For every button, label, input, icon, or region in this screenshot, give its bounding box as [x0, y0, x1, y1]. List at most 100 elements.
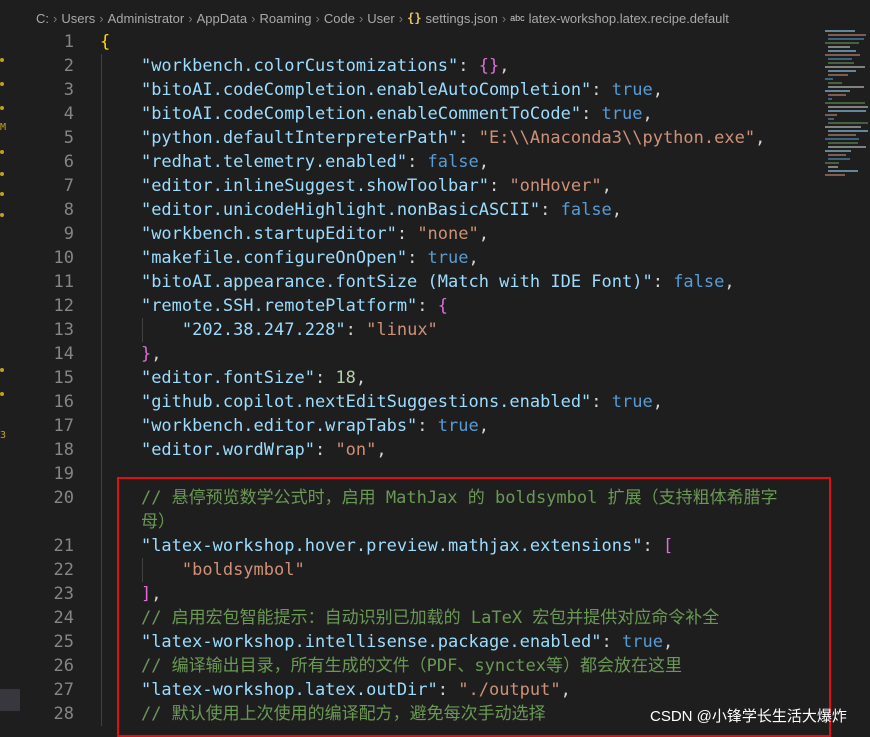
- breadcrumb-segment[interactable]: User: [367, 11, 394, 26]
- minimap-line: [828, 62, 854, 64]
- chevron-right-icon: ›: [188, 10, 193, 26]
- selected-explorer-item[interactable]: [0, 689, 20, 711]
- breadcrumb: C: › Users › Administrator › AppData › Roaming › C…: [0, 0, 870, 36]
- line-number: 22: [53, 560, 74, 580]
- indent-guide: [142, 318, 143, 342]
- minimap-line: [828, 50, 856, 52]
- line-text: "bitoAI.codeCompletion.enableAutoComplet…: [140, 80, 663, 100]
- minimap-line: [828, 110, 866, 112]
- minimap-line: [825, 174, 845, 176]
- line-number: 17: [53, 416, 74, 436]
- line-text: "github.copilot.nextEditSuggestions.enab…: [140, 392, 663, 412]
- chevron-right-icon: ›: [501, 10, 507, 26]
- line-text: "editor.wordWrap": "on",: [140, 440, 387, 460]
- minimap-line: [828, 58, 852, 60]
- minimap-line: [828, 130, 868, 132]
- line-text: "python.defaultInterpreterPath": "E:\\An…: [140, 128, 766, 148]
- minimap-line: [828, 154, 846, 156]
- git-change-marker: [0, 368, 4, 372]
- minimap-line: [828, 146, 866, 148]
- git-change-marker: [0, 213, 4, 217]
- line-number: 8: [63, 200, 74, 220]
- minimap-line: [828, 106, 868, 108]
- breadcrumb-segment[interactable]: AppData: [197, 11, 248, 26]
- line-text: "bitoAI.codeCompletion.enableCommentToCo…: [140, 104, 653, 124]
- minimap-line: [828, 170, 858, 172]
- git-change-marker: [0, 106, 4, 110]
- line-text: "workbench.colorCustomizations": {},: [140, 56, 510, 76]
- git-change-marker: [0, 150, 4, 154]
- minimap-line: [828, 46, 850, 48]
- breadcrumb-symbol[interactable]: latex-workshop.latex.recipe.default: [529, 11, 729, 26]
- minimap-line: [828, 122, 868, 124]
- line-number: 6: [63, 152, 74, 172]
- line-text: "editor.unicodeHighlight.nonBasicASCII":…: [140, 200, 623, 220]
- minimap-line: [828, 82, 842, 84]
- minimap-line: [825, 90, 850, 92]
- minimap-line: [828, 74, 848, 76]
- chevron-right-icon: ›: [315, 10, 320, 26]
- minimap-line: [825, 162, 839, 164]
- git-change-marker: [0, 392, 4, 396]
- minimap[interactable]: [823, 30, 870, 210]
- line-number: 25: [53, 632, 74, 652]
- line-text: "remote.SSH.remotePlatform": {: [140, 296, 449, 316]
- chevron-right-icon: ›: [398, 10, 404, 26]
- line-text: "workbench.editor.wrapTabs": true,: [140, 416, 489, 436]
- indent-guide: [101, 54, 102, 726]
- minimap-line: [825, 30, 855, 32]
- line-text: },: [140, 344, 162, 364]
- line-number: 7: [63, 176, 74, 196]
- git-change-marker: [0, 82, 4, 86]
- breadcrumb-file[interactable]: settings.json: [426, 11, 498, 26]
- git-change-marker: [0, 192, 4, 196]
- line-text: {: [100, 32, 111, 52]
- minimap-line: [828, 86, 864, 88]
- chevron-right-icon: ›: [251, 10, 256, 26]
- line-number: 13: [53, 320, 74, 340]
- minimap-line: [825, 42, 859, 44]
- line-text: "202.38.247.228": "linux": [181, 320, 438, 340]
- line-number: 27: [53, 680, 74, 700]
- line-number: 23: [53, 584, 74, 604]
- activity-strip: M 3: [0, 0, 20, 732]
- breadcrumb-segment[interactable]: Administrator: [108, 11, 185, 26]
- minimap-line: [825, 114, 837, 116]
- minimap-line: [828, 70, 856, 72]
- git-change-marker: [0, 172, 4, 176]
- line-text: "makefile.configureOnOpen": true,: [140, 248, 479, 268]
- count-indicator: 3: [0, 430, 7, 441]
- line-number: 16: [53, 392, 74, 412]
- line-number: 21: [53, 536, 74, 556]
- breadcrumb-segment[interactable]: Users: [61, 11, 95, 26]
- line-number: 26: [53, 656, 74, 676]
- highlight-box: [117, 477, 831, 737]
- minimap-line: [825, 150, 851, 152]
- csdn-watermark: CSDN @小锋学长生活大爆炸: [650, 708, 847, 725]
- line-text: "workbench.startupEditor": "none",: [140, 224, 489, 244]
- minimap-line: [828, 118, 834, 120]
- line-number: 10: [53, 248, 74, 268]
- line-number: 4: [63, 104, 74, 124]
- line-number: 28: [53, 704, 74, 724]
- minimap-line: [828, 158, 850, 160]
- breadcrumb-segment[interactable]: Roaming: [260, 11, 312, 26]
- minimap-line: [825, 102, 865, 104]
- git-change-marker: [0, 58, 4, 62]
- breadcrumb-segment[interactable]: Code: [324, 11, 355, 26]
- minimap-line: [825, 138, 859, 140]
- chevron-right-icon: ›: [99, 10, 104, 26]
- minimap-line: [828, 34, 866, 36]
- minimap-line: [828, 142, 858, 144]
- minimap-line: [828, 166, 838, 168]
- minimap-line: [828, 98, 832, 100]
- breadcrumb-segment[interactable]: C:: [36, 11, 49, 26]
- line-number: 9: [63, 224, 74, 244]
- minimap-line: [825, 66, 865, 68]
- line-text: "editor.fontSize": 18,: [140, 368, 367, 388]
- chevron-right-icon: ›: [53, 10, 58, 26]
- string-symbol-icon: abc: [510, 13, 525, 23]
- line-number: 19: [53, 464, 74, 484]
- line-number: 1: [63, 32, 74, 52]
- line-text: "editor.inlineSuggest.showToolbar": "onH…: [140, 176, 612, 196]
